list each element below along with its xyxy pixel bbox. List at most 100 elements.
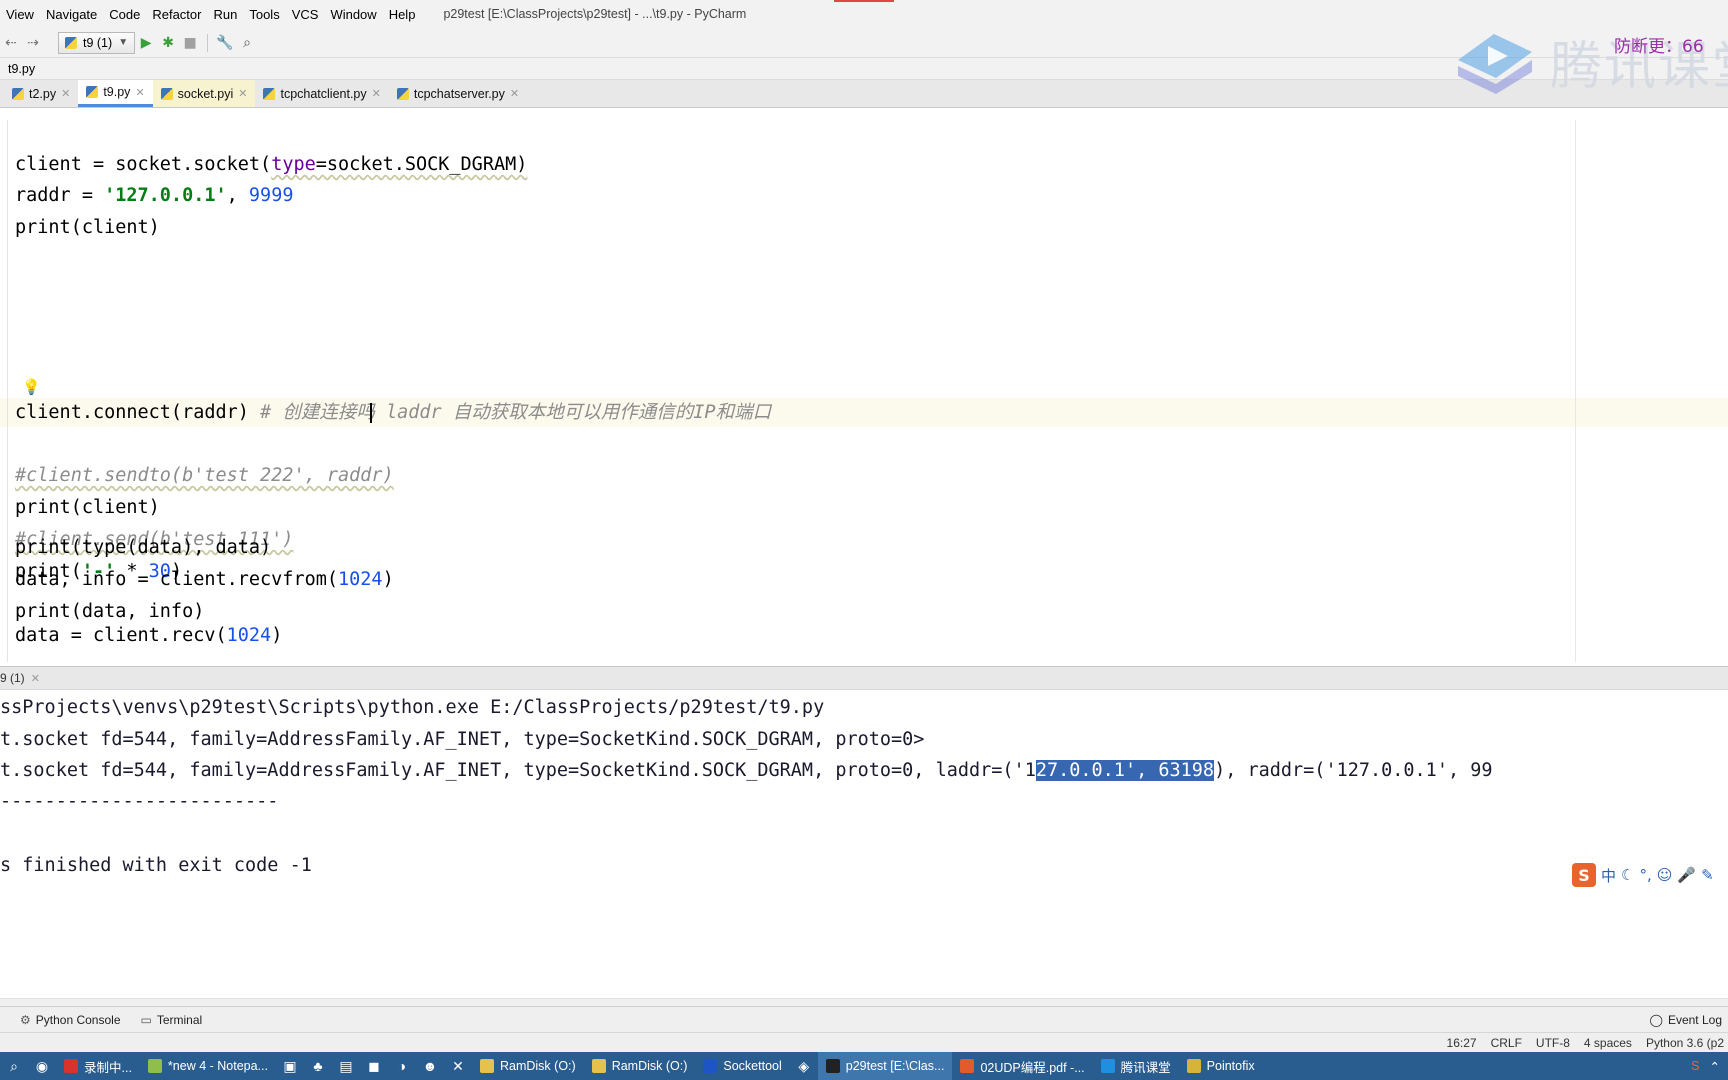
app-icon[interactable]: ◼ bbox=[360, 1052, 388, 1080]
tool-tab-python-console[interactable]: ⚙ Python Console bbox=[20, 1013, 121, 1027]
menu-view[interactable]: View bbox=[0, 7, 40, 22]
taskbar-item-ramdisk-2[interactable]: RamDisk (O:) bbox=[584, 1052, 696, 1080]
close-icon[interactable]: ✕ bbox=[135, 86, 144, 99]
search-icon[interactable]: ⌕ bbox=[0, 1052, 28, 1080]
tab-t9[interactable]: t9.py ✕ bbox=[78, 80, 153, 107]
python-file-icon bbox=[65, 36, 77, 49]
python-file-icon bbox=[396, 87, 409, 100]
chrome-icon[interactable]: ◉ bbox=[28, 1052, 56, 1080]
ime-tray-icon[interactable]: S bbox=[1691, 1059, 1699, 1073]
taskbar-item-recorder[interactable]: 录制中... bbox=[56, 1052, 140, 1080]
run-console[interactable]: ssProjects\venvs\p29test\Scripts\python.… bbox=[0, 690, 1728, 998]
close-icon[interactable]: ✕ bbox=[238, 87, 247, 100]
pdf-app-icon bbox=[960, 1059, 975, 1073]
taskbar-item-notepad[interactable]: *new 4 - Notepa... bbox=[140, 1052, 276, 1080]
title-accent bbox=[834, 0, 894, 2]
code-line[interactable]: print(type(data), data) bbox=[15, 533, 271, 562]
taskbar-item-pdf[interactable]: 02UDP编程.pdf -... bbox=[952, 1052, 1092, 1080]
tab-t2[interactable]: t2.py ✕ bbox=[4, 80, 78, 107]
ime-toolbar[interactable]: S 中 ☾ °, ☺ 🎤 ✎ bbox=[1572, 862, 1728, 888]
taskbar-item-pointofix[interactable]: Pointofix bbox=[1179, 1052, 1263, 1080]
menu-vcs[interactable]: VCS bbox=[286, 7, 325, 22]
console-line: s finished with exit code -1 bbox=[0, 855, 312, 876]
breadcrumb-file[interactable]: t9.py bbox=[8, 62, 35, 76]
app-icon[interactable]: ◑ bbox=[388, 1052, 416, 1080]
close-icon[interactable]: ✕ bbox=[61, 87, 70, 100]
taskbar-item-tencent-classroom[interactable]: 腾讯课堂 bbox=[1093, 1052, 1179, 1080]
app-icon[interactable]: ◈ bbox=[790, 1052, 818, 1080]
taskbar-item-ramdisk-1[interactable]: RamDisk (O:) bbox=[472, 1052, 584, 1080]
caret-position[interactable]: 16:27 bbox=[1447, 1036, 1477, 1050]
code-line[interactable]: data, info = client.recvfrom(1024) bbox=[15, 565, 394, 594]
run-config-label: t9 (1) bbox=[83, 35, 113, 50]
text-selection: 27.0.0.1', 63198 bbox=[1035, 760, 1215, 781]
debug-icon[interactable]: ✱ bbox=[157, 32, 179, 54]
recorder-app-icon bbox=[64, 1059, 78, 1073]
ime-mode[interactable]: 中 bbox=[1601, 865, 1616, 886]
run-tab-label[interactable]: 9 (1) bbox=[0, 671, 25, 685]
tab-tcpchatserver[interactable]: tcpchatserver.py ✕ bbox=[389, 80, 527, 107]
code-line[interactable]: client = socket.socket(type=socket.SOCK_… bbox=[15, 150, 527, 179]
microphone-icon[interactable]: 🎤 bbox=[1677, 866, 1696, 884]
app-icon[interactable]: ▣ bbox=[276, 1052, 304, 1080]
window-title: p29test [E:\ClassProjects\p29test] - ...… bbox=[443, 7, 747, 21]
sockettool-app-icon bbox=[703, 1059, 718, 1073]
code-line[interactable]: print(data, info) bbox=[15, 597, 204, 626]
menu-navigate[interactable]: Navigate bbox=[40, 7, 103, 22]
menu-refactor[interactable]: Refactor bbox=[146, 7, 207, 22]
taskbar-item-sockettool[interactable]: Sockettool bbox=[695, 1052, 789, 1080]
tab-label: tcpchatclient.py bbox=[280, 86, 367, 101]
close-icon[interactable]: ✕ bbox=[372, 87, 381, 100]
python-interpreter[interactable]: Python 3.6 (p2 bbox=[1646, 1036, 1724, 1050]
moon-icon[interactable]: ☾ bbox=[1621, 866, 1634, 884]
forward-arrow-icon[interactable]: ⇢ bbox=[22, 32, 44, 54]
tab-socket-pyi[interactable]: socket.pyi ✕ bbox=[152, 80, 256, 107]
file-encoding[interactable]: UTF-8 bbox=[1536, 1036, 1570, 1050]
punctuation-icon[interactable]: °, bbox=[1639, 866, 1651, 884]
python-file-icon bbox=[263, 87, 276, 100]
console-line: ssProjects\venvs\p29test\Scripts\python.… bbox=[0, 697, 825, 718]
app-icon[interactable]: ♣ bbox=[304, 1052, 332, 1080]
code-line[interactable]: raddr = '127.0.0.1', 9999 bbox=[15, 181, 293, 210]
tool-tab-event-log[interactable]: ◯ Event Log bbox=[1650, 1007, 1722, 1033]
menu-tools[interactable]: Tools bbox=[243, 7, 285, 22]
indent-setting[interactable]: 4 spaces bbox=[1584, 1036, 1632, 1050]
stop-icon[interactable]: ■ bbox=[179, 32, 201, 54]
lightbulb-icon[interactable]: 💡 bbox=[22, 379, 41, 395]
menu-code[interactable]: Code bbox=[103, 7, 146, 22]
folder-icon bbox=[591, 1059, 606, 1073]
menu-window[interactable]: Window bbox=[324, 7, 382, 22]
menu-help[interactable]: Help bbox=[383, 7, 422, 22]
run-icon[interactable]: ▶ bbox=[135, 32, 157, 54]
emoji-icon[interactable]: ☺ bbox=[1657, 866, 1673, 884]
console-line: ------------------------- bbox=[0, 791, 279, 812]
python-console-icon: ⚙ bbox=[20, 1012, 31, 1027]
taskbar-item-pycharm[interactable]: p29test [E:\Clas... bbox=[817, 1052, 953, 1080]
tab-tcpchatclient[interactable]: tcpchatclient.py ✕ bbox=[255, 80, 388, 107]
horizontal-scrollbar[interactable] bbox=[0, 998, 1728, 1006]
console-line: t.socket fd=544, family=AddressFamily.AF… bbox=[0, 760, 1493, 781]
wrench-icon[interactable]: 🔧 bbox=[214, 32, 236, 54]
search-icon[interactable]: ⌕ bbox=[236, 32, 258, 54]
system-tray: S ⌃ bbox=[1691, 1059, 1728, 1074]
tool-tab-terminal[interactable]: ▭ Terminal bbox=[141, 1013, 203, 1027]
close-icon[interactable]: ✕ bbox=[31, 672, 40, 685]
tab-label: t9.py bbox=[103, 85, 131, 99]
app-icon[interactable]: ☻ bbox=[416, 1052, 444, 1080]
back-arrow-icon[interactable]: ⇠ bbox=[0, 32, 22, 54]
chevron-up-icon[interactable]: ⌃ bbox=[1710, 1059, 1720, 1074]
run-config-select[interactable]: t9 (1) ▼ bbox=[58, 31, 136, 54]
code-line[interactable]: print(client) bbox=[15, 493, 160, 522]
python-file-icon bbox=[12, 87, 24, 100]
watermark-notice: 防断更：66 bbox=[1614, 37, 1704, 57]
line-separator[interactable]: CRLF bbox=[1491, 1036, 1522, 1050]
vscode-icon[interactable]: ✕ bbox=[444, 1052, 472, 1080]
menu-run[interactable]: Run bbox=[207, 7, 243, 22]
app-icon[interactable]: ▤ bbox=[332, 1052, 360, 1080]
toolbar-divider bbox=[207, 33, 209, 52]
code-line[interactable]: client.connect(raddr) # 创建连接吗 laddr 自动获取… bbox=[15, 398, 771, 427]
pen-icon[interactable]: ✎ bbox=[1701, 866, 1714, 884]
code-line[interactable]: print(client) bbox=[15, 213, 160, 242]
code-line[interactable]: #client.sendto(b'test 222', raddr) bbox=[15, 461, 394, 490]
close-icon[interactable]: ✕ bbox=[510, 87, 519, 100]
